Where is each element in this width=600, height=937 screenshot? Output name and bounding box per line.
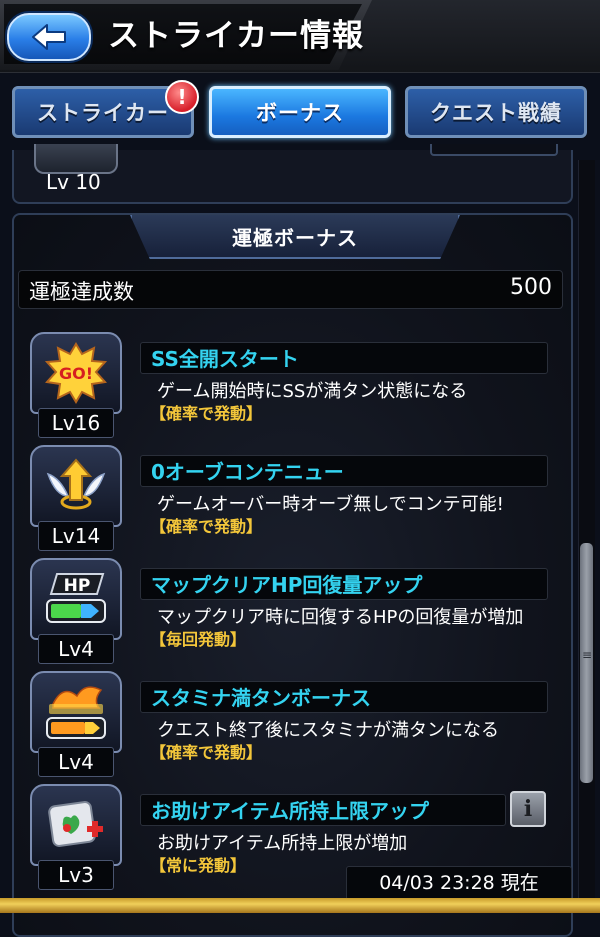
go-burst-icon: GO! [45,342,107,404]
stamina-gauge-icon [46,686,106,739]
luck-count-row: 運極達成数 500 [18,270,563,309]
bonus-item-2-name: 0オーブコンテニュー [140,455,548,487]
upper-level-label: Lv 10 [46,170,101,194]
bonus-item-3-icon: HP Lv4 [30,558,122,664]
bonus-item-5-level: Lv3 [38,860,114,890]
back-arrow-icon [32,24,66,50]
luck-count-value: 500 [510,275,552,300]
alert-badge: ! [165,80,199,114]
info-icon: i [523,796,533,822]
bonus-item-4-icon: Lv4 [30,671,122,777]
bonus-item-1-level: Lv16 [38,408,114,438]
bonus-item-3-name: マップクリアHP回復量アップ [140,568,548,600]
bonus-item-5-trigger: 【常に発動】 [150,856,247,875]
scrollbar-track[interactable] [578,160,595,912]
info-button[interactable]: i [510,791,546,827]
bonus-item-3-level: Lv4 [38,634,114,664]
scrollbar-grip-icon: ≡ [582,648,593,662]
bonus-item-4-trigger: 【確率で発動】 [150,743,263,762]
bonus-item-2-icon: Lv14 [30,445,122,551]
upper-panel-bar [430,144,558,156]
hp-gauge-icon: HP [46,573,106,623]
bonus-item-2-level: Lv14 [38,521,114,551]
section-header: 運極ボーナス [130,215,460,259]
section-title: 運極ボーナス [232,225,358,250]
bonus-item-1-name: SS全開スタート [140,342,548,374]
tab-quest-record[interactable]: クエスト戦績 [405,86,587,138]
timestamp: 04/03 23:28 現在 [346,866,572,900]
back-button[interactable] [7,13,91,61]
bottom-menu-strip [0,898,600,913]
bonus-item-4-level: Lv4 [38,747,114,777]
tab-bonus[interactable]: ボーナス [209,86,391,138]
winged-arrow-icon [46,458,106,510]
bonus-item-1-trigger: 【確率で発動】 [150,404,263,423]
page-title: ストライカー情報 [108,18,364,54]
bonus-item-3-trigger: 【毎回発動】 [150,630,247,649]
bonus-item-5-icon: Lv3 [30,784,122,890]
bonus-item-1-icon: GO! Lv16 [30,332,122,438]
item-box-icon [48,801,103,847]
luck-count-label: 運極達成数 [29,280,134,304]
svg-text:GO!: GO! [59,364,93,383]
bonus-item-4-name: スタミナ満タンボーナス [140,681,548,713]
bonus-item-5-name: お助けアイテム所持上限アップ [140,794,506,826]
svg-text:HP: HP [64,576,91,596]
bonus-item-2-trigger: 【確率で発動】 [150,517,263,536]
